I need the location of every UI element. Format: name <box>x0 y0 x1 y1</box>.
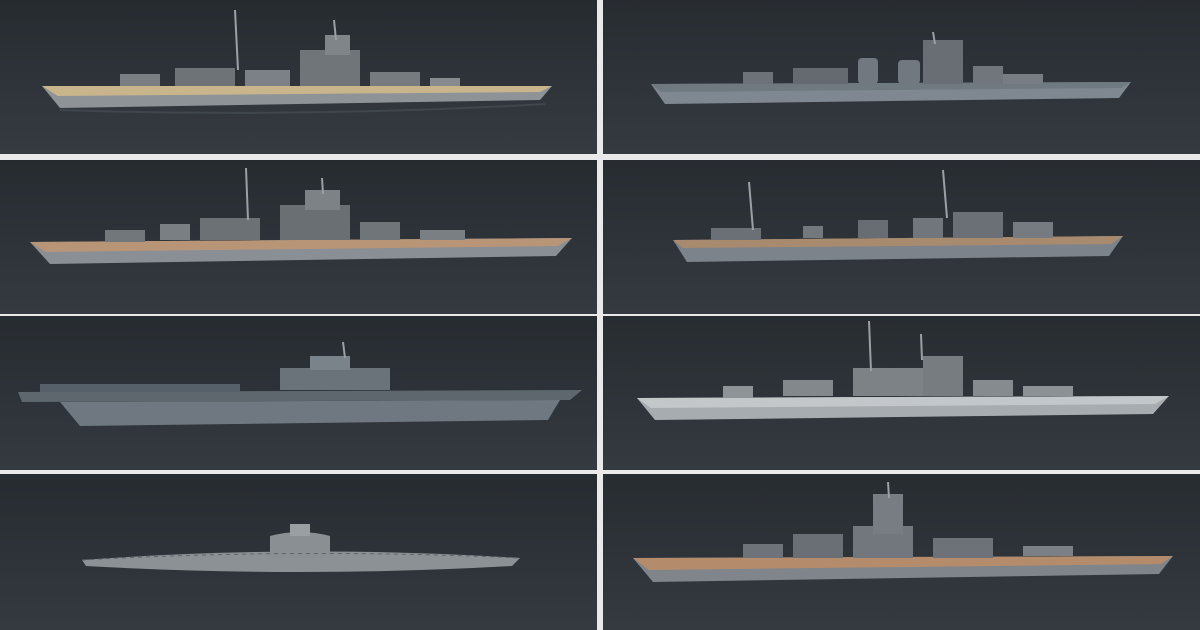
aircraft-carrier-render <box>0 316 597 470</box>
submarine-render <box>0 474 597 630</box>
destroyer-render <box>603 160 1200 314</box>
ship-tile-7 <box>0 474 597 630</box>
cruiser-render <box>603 0 1200 154</box>
ship-tile-2 <box>603 0 1200 154</box>
battleship-render-4 <box>603 474 1200 630</box>
ship-tile-8 <box>603 474 1200 630</box>
ship-tile-3 <box>0 160 597 314</box>
ship-render-grid <box>0 0 1200 630</box>
ship-tile-6 <box>603 316 1200 470</box>
ship-tile-4 <box>603 160 1200 314</box>
ship-tile-5 <box>0 316 597 470</box>
ship-tile-1 <box>0 0 597 154</box>
battleship-render-1 <box>0 0 597 154</box>
battleship-render-2 <box>0 160 597 314</box>
battleship-render-3 <box>603 316 1200 470</box>
